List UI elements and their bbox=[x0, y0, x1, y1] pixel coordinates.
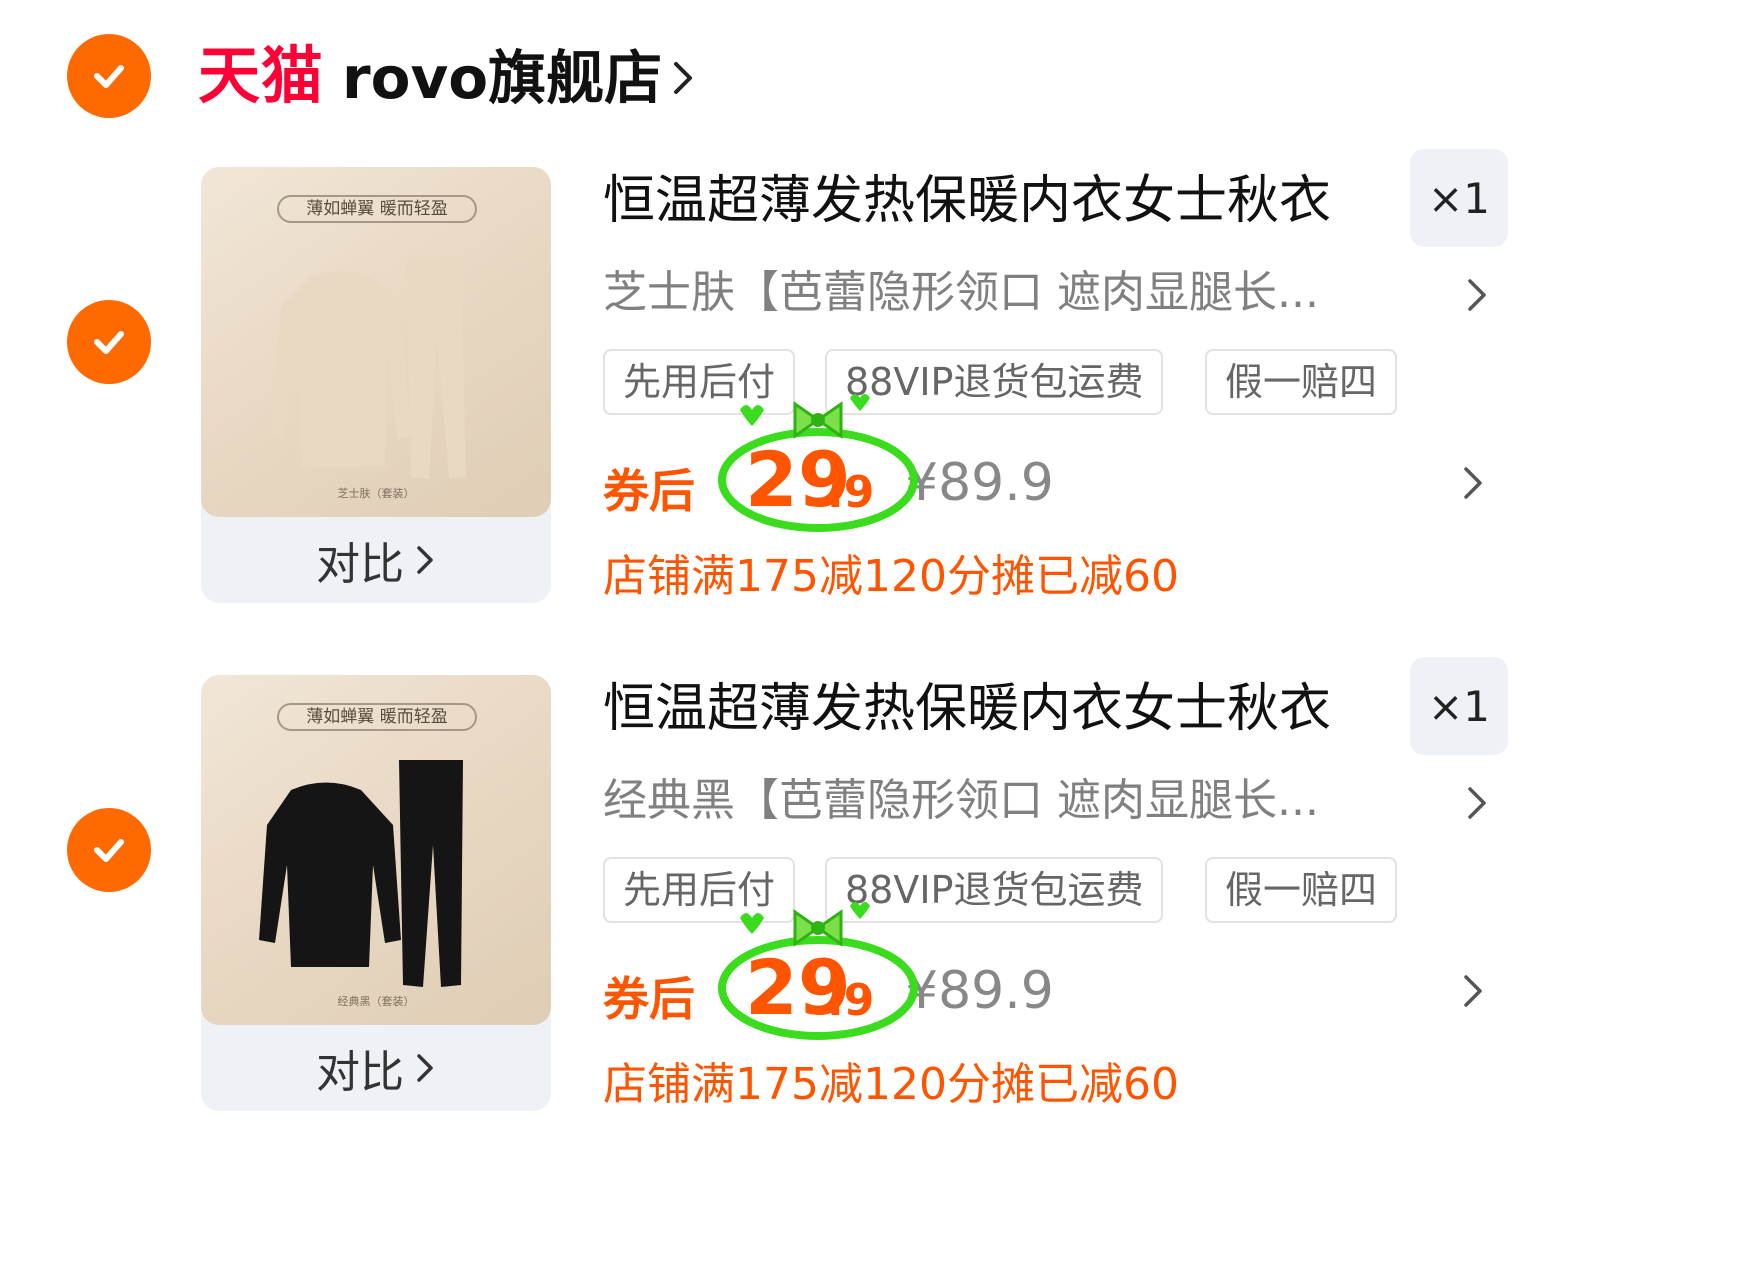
product-image[interactable]: 薄如蝉翼 暖而轻盈 经典黑（套装） bbox=[201, 675, 551, 1025]
price-decimal: .9 bbox=[827, 467, 875, 518]
garment-illustration bbox=[259, 760, 463, 987]
check-icon bbox=[94, 65, 124, 88]
cart-item: 薄如蝉翼 暖而轻盈 芝士肤（套装） 对比 恒温超薄发热保暖内衣女士秋衣 ×1 芝… bbox=[0, 149, 1568, 627]
compare-button[interactable]: 对比 bbox=[201, 1025, 551, 1111]
product-title[interactable]: 恒温超薄发热保暖内衣女士秋衣 bbox=[603, 167, 1331, 235]
check-icon bbox=[94, 839, 124, 862]
compare-button[interactable]: 对比 bbox=[201, 517, 551, 603]
compare-label: 对比 bbox=[316, 539, 404, 590]
coupon-price-label: 券后 bbox=[603, 972, 695, 1026]
tag-vip-return: 88VIP退货包运费 bbox=[825, 349, 1164, 415]
chevron-right-icon[interactable] bbox=[1458, 971, 1488, 1011]
thumb-caption: 芝士肤（套装） bbox=[337, 487, 415, 500]
coupon-price-label: 券后 bbox=[603, 464, 695, 518]
tag-fake-compensation: 假一赔四 bbox=[1205, 349, 1398, 415]
product-image[interactable]: 薄如蝉翼 暖而轻盈 芝士肤（套装） bbox=[201, 167, 551, 517]
chevron-right-icon[interactable] bbox=[668, 58, 698, 98]
item-select-checkbox[interactable] bbox=[67, 808, 151, 892]
product-title[interactable]: 恒温超薄发热保暖内衣女士秋衣 bbox=[603, 675, 1331, 743]
promotion-text: 店铺满175减120分摊已减60 bbox=[603, 551, 1179, 602]
tag-pay-later: 先用后付 bbox=[603, 857, 796, 923]
original-price: ¥89.9 bbox=[905, 453, 1054, 513]
price-decimal: .9 bbox=[827, 975, 875, 1026]
chevron-right-icon bbox=[417, 1054, 433, 1082]
quantity-badge[interactable]: ×1 bbox=[1410, 149, 1508, 247]
chevron-right-icon[interactable] bbox=[1462, 783, 1492, 823]
garment-illustration bbox=[269, 259, 466, 479]
thumb-caption: 经典黑（套装） bbox=[337, 995, 415, 1008]
cart-item: 薄如蝉翼 暖而轻盈 经典黑（套装） 对比 恒温超薄发热保暖内衣女士秋衣 ×1 经… bbox=[0, 657, 1568, 1135]
sku-spec-selector[interactable]: 芝士肤【芭蕾隐形领口 遮肉显腿长... bbox=[603, 263, 1413, 323]
store-header: 天猫 rovo旗舰店 bbox=[0, 0, 1568, 150]
original-price: ¥89.9 bbox=[905, 961, 1054, 1021]
chevron-right-icon bbox=[417, 546, 433, 574]
store-name-link[interactable]: rovo旗舰店 bbox=[342, 42, 662, 114]
promotion-text: 店铺满175减120分摊已减60 bbox=[603, 1059, 1179, 1110]
item-select-checkbox[interactable] bbox=[67, 300, 151, 384]
product-thumbnail-card: 薄如蝉翼 暖而轻盈 经典黑（套装） 对比 bbox=[201, 675, 551, 1111]
price-row: 券后 29 .9 ¥89.9 bbox=[603, 943, 1503, 1035]
quantity-badge[interactable]: ×1 bbox=[1410, 657, 1508, 755]
price-row: 券后 29 .9 ¥89.9 bbox=[603, 435, 1503, 527]
tag-fake-compensation: 假一赔四 bbox=[1205, 857, 1398, 923]
product-thumbnail-card: 薄如蝉翼 暖而轻盈 芝士肤（套装） 对比 bbox=[201, 167, 551, 603]
chevron-right-icon[interactable] bbox=[1458, 463, 1488, 503]
sku-spec-selector[interactable]: 经典黑【芭蕾隐形领口 遮肉显腿长... bbox=[603, 771, 1413, 831]
store-select-checkbox[interactable] bbox=[67, 34, 151, 118]
tmall-logo: 天猫 bbox=[198, 39, 325, 112]
chevron-right-icon[interactable] bbox=[1462, 275, 1492, 315]
check-icon bbox=[94, 331, 124, 354]
tag-vip-return: 88VIP退货包运费 bbox=[825, 857, 1164, 923]
compare-label: 对比 bbox=[316, 1047, 404, 1098]
tag-pay-later: 先用后付 bbox=[603, 349, 796, 415]
